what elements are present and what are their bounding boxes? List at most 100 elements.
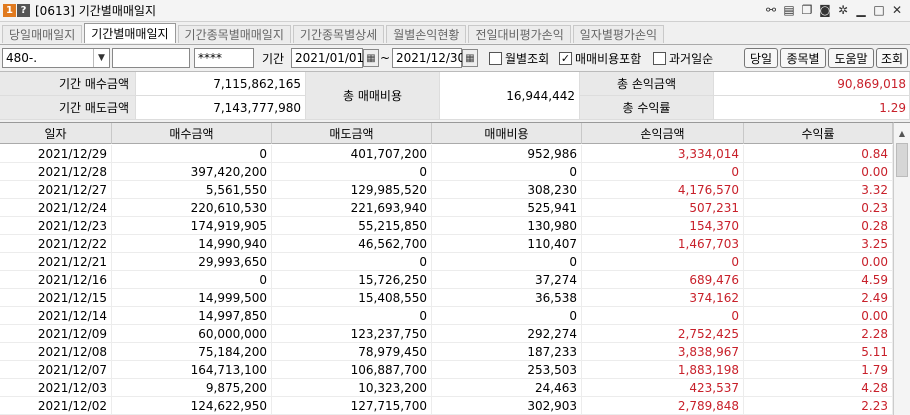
checkbox-box[interactable] <box>489 51 502 65</box>
cell-sell-amount: 123,237,750 <box>272 325 432 343</box>
minimize-icon[interactable]: ▁ <box>854 3 868 17</box>
link-icon[interactable]: ⚯ <box>764 3 778 17</box>
cell-rate: 2.28 <box>744 325 893 343</box>
cell-fee: 187,233 <box>432 343 582 361</box>
column-header-rate[interactable]: 수익률 <box>744 123 893 144</box>
table-row[interactable]: 2021/12/21 29,993,650 0 0 0 0.00 <box>0 253 893 271</box>
cell-profit: 507,231 <box>582 199 744 217</box>
past-order-checkbox[interactable]: 과거일순 <box>653 48 713 68</box>
cell-profit: 423,537 <box>582 379 744 397</box>
scroll-thumb[interactable] <box>896 143 908 177</box>
cell-profit: 0 <box>582 307 744 325</box>
close-icon[interactable]: ✕ <box>890 3 904 17</box>
tab-monthly-pnl[interactable]: 월별손익현황 <box>386 25 467 43</box>
table-row[interactable]: 2021/12/16 0 15,726,250 37,274 689,476 4.59 <box>0 271 893 289</box>
camera-icon[interactable]: ◙ <box>818 3 832 17</box>
today-button[interactable]: 당일 <box>744 48 778 68</box>
password-field[interactable]: **** <box>194 48 254 68</box>
cell-profit: 3,334,014 <box>582 145 744 163</box>
cell-date: 2021/12/21 <box>0 253 112 271</box>
help-button[interactable]: 도움말 <box>828 48 874 68</box>
calendar-icon[interactable]: ▦ <box>462 49 478 67</box>
include-fee-label: 매매비용포함 <box>575 51 642 66</box>
table-row[interactable]: 2021/12/02 124,622,950 127,715,700 302,903 2… <box>0 397 893 415</box>
screen-number-badge[interactable]: 1 <box>3 4 16 17</box>
checkbox-box[interactable]: ✓ <box>559 51 572 65</box>
cell-fee: 37,274 <box>432 271 582 289</box>
table-row[interactable]: 2021/12/27 5,561,550 129,985,520 308,230 4,1… <box>0 181 893 199</box>
cell-buy-amount: 397,420,200 <box>112 163 272 181</box>
include-fee-checkbox[interactable]: ✓ 매매비용포함 <box>559 48 641 68</box>
table-row[interactable]: 2021/12/22 14,990,940 46,562,700 110,407 1,4… <box>0 235 893 253</box>
tab-period-stock-journal[interactable]: 기간종목별매매일지 <box>177 25 291 43</box>
date-from-input[interactable]: 2021/01/01 <box>291 48 364 68</box>
checkbox-box[interactable] <box>653 51 666 65</box>
column-header-profit[interactable]: 손익금액 <box>582 123 744 144</box>
table-row[interactable]: 2021/12/08 75,184,200 78,979,450 187,233 3,8… <box>0 343 893 361</box>
monthly-checkbox-label: 월별조회 <box>505 51 550 66</box>
cell-buy-amount: 124,622,950 <box>112 397 272 415</box>
cell-fee: 0 <box>432 307 582 325</box>
tab-period-stock-detail[interactable]: 기간종목별상세 <box>292 25 385 43</box>
cell-date: 2021/12/08 <box>0 343 112 361</box>
clipboard-icon[interactable]: ▤ <box>782 3 796 17</box>
cell-sell-amount: 127,715,700 <box>272 397 432 415</box>
table-row[interactable]: 2021/12/29 0 401,707,200 952,986 3,334,014 0.… <box>0 145 893 163</box>
cell-sell-amount: 106,887,700 <box>272 361 432 379</box>
chevron-down-icon[interactable]: ▼ <box>93 49 109 67</box>
cell-sell-amount: 46,562,700 <box>272 235 432 253</box>
calendar-icon[interactable]: ▦ <box>363 49 379 67</box>
maximize-icon[interactable]: □ <box>872 3 886 17</box>
scroll-up-icon[interactable]: ▲ <box>894 124 910 142</box>
cell-date: 2021/12/02 <box>0 397 112 415</box>
table-row[interactable]: 2021/12/28 397,420,200 0 0 0 0.00 <box>0 163 893 181</box>
sell-amount-label: 기간 매도금액 <box>0 96 136 120</box>
cell-fee: 308,230 <box>432 181 582 199</box>
cell-rate: 1.79 <box>744 361 893 379</box>
tab-prevday-pnl[interactable]: 전일대비평가손익 <box>468 25 571 43</box>
cell-rate: 3.25 <box>744 235 893 253</box>
vertical-scrollbar[interactable]: ▲ <box>893 122 910 415</box>
cell-sell-amount: 15,726,250 <box>272 271 432 289</box>
cell-rate: 0.28 <box>744 217 893 235</box>
table-row[interactable]: 2021/12/07 164,713,100 106,887,700 253,503 1… <box>0 361 893 379</box>
copy-icon[interactable]: ❐ <box>800 3 814 17</box>
table-row[interactable]: 2021/12/09 60,000,000 123,237,750 292,274 2,… <box>0 325 893 343</box>
help-badge[interactable]: ? <box>17 4 30 17</box>
cell-sell-amount: 15,408,550 <box>272 289 432 307</box>
cell-fee: 24,463 <box>432 379 582 397</box>
by-stock-button[interactable]: 종목별 <box>780 48 826 68</box>
cell-rate: 0.00 <box>744 307 893 325</box>
tab-period-journal[interactable]: 기간별매매일지 <box>84 23 176 43</box>
table-row[interactable]: 2021/12/15 14,999,500 15,408,550 36,538 374,… <box>0 289 893 307</box>
account-select[interactable]: 480-. ▼ <box>2 48 110 68</box>
cell-profit: 0 <box>582 163 744 181</box>
cell-sell-amount: 221,693,940 <box>272 199 432 217</box>
cell-date: 2021/12/28 <box>0 163 112 181</box>
column-header-buy-amount[interactable]: 매수금액 <box>112 123 272 144</box>
column-header-fee[interactable]: 매매비용 <box>432 123 582 144</box>
window-title: [0613] 기간별매매일지 <box>35 4 156 18</box>
tab-daily-eval-pnl[interactable]: 일자별평가손익 <box>572 25 665 43</box>
column-header-date[interactable]: 일자 <box>0 123 112 144</box>
past-order-label: 과거일순 <box>669 51 714 66</box>
cell-profit: 2,789,848 <box>582 397 744 415</box>
table-row[interactable]: 2021/12/03 9,875,200 10,323,200 24,463 423,5… <box>0 379 893 397</box>
table-row[interactable]: 2021/12/24 220,610,530 221,693,940 525,941 5… <box>0 199 893 217</box>
window-controls: ⚯ ▤ ❐ ◙ ✲ ▁ □ ✕ <box>764 3 904 17</box>
table-row[interactable]: 2021/12/14 14,997,850 0 0 0 0.00 <box>0 307 893 325</box>
tab-daily-journal[interactable]: 당일매매일지 <box>2 25 83 43</box>
account-name-field[interactable] <box>112 48 190 68</box>
column-header-sell-amount[interactable]: 매도금액 <box>272 123 432 144</box>
cell-rate: 2.49 <box>744 289 893 307</box>
sell-amount-value: 7,143,777,980 <box>136 96 306 120</box>
cell-fee: 0 <box>432 163 582 181</box>
cell-sell-amount: 78,979,450 <box>272 343 432 361</box>
search-button[interactable]: 조회 <box>876 48 908 68</box>
settings-icon[interactable]: ✲ <box>836 3 850 17</box>
table-row[interactable]: 2021/12/23 174,919,905 55,215,850 130,980 15… <box>0 217 893 235</box>
monthly-checkbox[interactable]: 월별조회 <box>489 48 549 68</box>
date-to-input[interactable]: 2021/12/30 <box>392 48 465 68</box>
total-rate-label: 총 수익률 <box>580 96 714 120</box>
cell-rate: 0.00 <box>744 163 893 181</box>
